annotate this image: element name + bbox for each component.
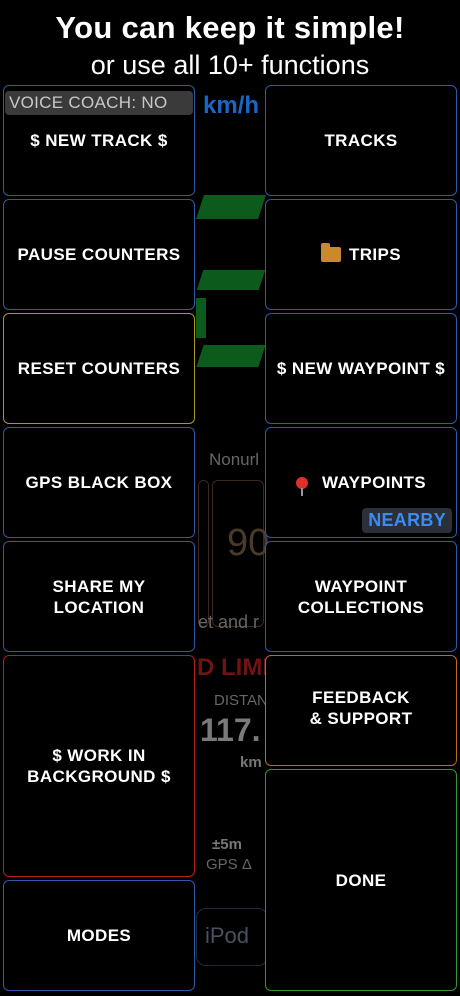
work-in-background-label: $ WORK IN BACKGROUND $ [27,746,171,786]
speed-limit-box [198,480,209,627]
speed-digit-segment [196,270,266,290]
waypoints-button[interactable]: WAYPOINTS NEARBY [265,427,457,538]
reset-counters-button[interactable]: RESET COUNTERS [3,313,195,424]
new-waypoint-label: $ NEW WAYPOINT $ [276,359,446,378]
speed-unit: km/h [203,92,260,119]
modes-label: MODES [66,926,132,945]
waypoint-collections-button[interactable]: WAYPOINT COLLECTIONS [265,541,457,652]
voice-coach-toggle[interactable]: VOICE COACH: NO [5,91,193,115]
trips-label: TRIPS [348,245,402,264]
share-location-label: SHARE MY LOCATION [52,576,146,617]
done-label: DONE [335,870,387,890]
tracks-label: TRACKS [324,131,398,150]
speed-digit-segment [196,195,266,219]
new-track-label: $ NEW TRACK $ [30,131,168,150]
pin-icon [295,476,308,496]
gps-black-box-label: GPS BLACK BOX [25,473,173,492]
gps-delta-value: ±5m [212,836,242,853]
gps-black-box-button[interactable]: GPS BLACK BOX [3,427,195,538]
unit-label: Nonurl [209,450,260,469]
speed-digit-segment [196,345,266,367]
feedback-support-label: FEEDBACK & SUPPORT [309,688,413,728]
work-in-background-button[interactable]: $ WORK IN BACKGROUND $ [3,655,195,877]
pause-counters-button[interactable]: PAUSE COUNTERS [3,199,195,310]
distance-unit: km [240,754,262,771]
header-subtitle: or use all 10+ functions [90,50,370,80]
gps-delta-label: GPS Δ [206,856,252,873]
modes-button[interactable]: MODES [3,880,195,991]
feedback-support-button[interactable]: FEEDBACK & SUPPORT [265,655,457,766]
done-button[interactable]: DONE [265,769,457,991]
waypoints-label: WAYPOINTS [321,473,427,492]
device-label: iPod [205,923,250,948]
waypoint-collections-label: WAYPOINT COLLECTIONS [297,576,425,617]
folder-icon [320,243,341,262]
device-name: iPod [196,908,268,966]
distance-label: DISTAN [214,692,268,709]
trips-button[interactable]: TRIPS [265,199,457,310]
promo-header: You can keep it simple! or use all 10+ f… [0,0,460,86]
new-waypoint-button[interactable]: $ NEW WAYPOINT $ [265,313,457,424]
header-title: You can keep it simple! [55,10,405,45]
speed-limit-digits: 90 [227,522,270,564]
reset-counters-label: RESET COUNTERS [17,359,181,378]
distance-value: 117. [200,712,261,748]
speed-digit-segment [196,298,206,338]
tracks-button[interactable]: TRACKS [265,85,457,196]
share-location-button[interactable]: SHARE MY LOCATION [3,541,195,652]
nearby-badge[interactable]: NEARBY [362,508,452,533]
pause-counters-label: PAUSE COUNTERS [17,245,181,264]
info-text: et and r [198,612,260,632]
speed-limit-label: D LIMI [197,654,269,681]
